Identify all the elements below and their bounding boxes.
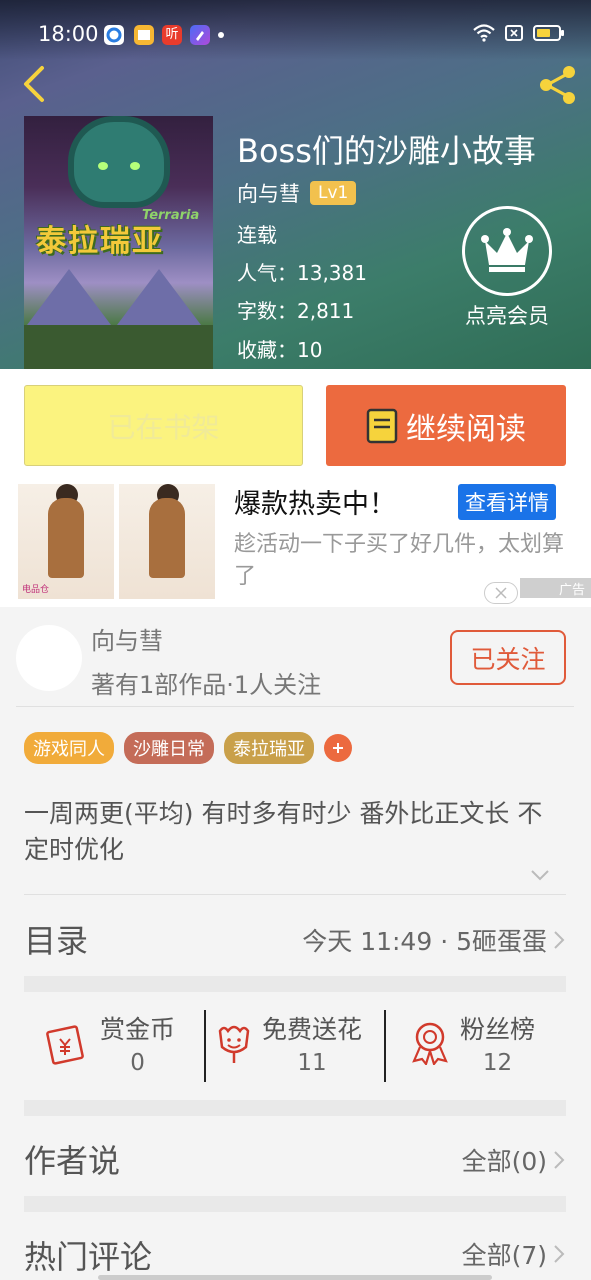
author-card[interactable]: 向与彗 著有1部作品·1人关注 已关注 (0, 607, 591, 707)
ad-image-1: 电品仓 (18, 484, 114, 599)
catalog-latest-text: 今天 11:49 · 5砸蛋蛋 (302, 927, 547, 956)
author-says-row[interactable]: 作者说 全部(0) (0, 1120, 591, 1192)
status-indicators (473, 24, 564, 42)
tag-item[interactable]: 游戏同人 (24, 732, 114, 764)
book-popularity: 人气：13,381 (237, 261, 367, 285)
catalog-title: 目录 (24, 922, 89, 960)
ad-banner[interactable]: 电品仓 爆款热卖中！ 查看详情 趁活动一下子买了好几件，太划算了 广告 (0, 482, 591, 607)
reward-envelope-icon (46, 1025, 84, 1065)
notification-dot (218, 32, 224, 38)
chevron-right-icon (554, 1151, 565, 1169)
listen-app-icon: 听 (162, 25, 182, 45)
reward-coin-button[interactable]: 赏金币 0 (46, 1010, 175, 1076)
wifi-icon (473, 24, 495, 42)
ad-image-2 (119, 484, 215, 599)
sim-icon (505, 25, 523, 41)
catalog-row[interactable]: 目录 今天 11:49 · 5砸蛋蛋 (0, 902, 591, 974)
free-flower-button[interactable]: 免费送花 11 (216, 1010, 362, 1076)
tag-item[interactable]: 泰拉瑞亚 (224, 732, 314, 764)
author-card-info: 著有1部作品·1人关注 (91, 671, 322, 699)
author-card-name: 向与彗 (91, 627, 163, 655)
stat-value: 11 (297, 1050, 327, 1076)
stat-value: 12 (482, 1050, 513, 1076)
vip-label: 点亮会员 (465, 304, 549, 328)
book-cover[interactable]: 泰拉瑞亚 Terraria (24, 116, 213, 369)
followed-button[interactable]: 已关注 (450, 630, 566, 685)
cover-subtitle: Terraria (142, 208, 200, 223)
hot-comments-all[interactable]: 全部(7) (462, 1236, 565, 1272)
share-button[interactable] (535, 62, 581, 108)
stat-label: 免费送花 (262, 1015, 363, 1044)
cover-monster-art (74, 122, 164, 202)
divider (16, 706, 574, 707)
in-shelf-button[interactable]: 已在书架 (24, 385, 303, 466)
catalog-latest: 今天 11:49 · 5砸蛋蛋 (302, 922, 565, 958)
editor-app-icon (190, 25, 210, 45)
ad-view-detail-button[interactable]: 查看详情 (458, 484, 556, 520)
author-says-count: 全部(0) (461, 1147, 547, 1176)
ad-title: 爆款热卖中！ (234, 489, 396, 520)
share-icon (540, 66, 575, 104)
continue-reading-button[interactable]: 继续阅读 (326, 385, 566, 466)
crown-icon (481, 228, 533, 272)
continue-reading-label: 继续阅读 (406, 411, 526, 447)
stat-value: 0 (130, 1050, 145, 1076)
files-app-icon (134, 25, 154, 45)
tag-item[interactable]: 沙雕日常 (124, 732, 214, 764)
battery-icon (533, 25, 564, 41)
plus-icon (333, 743, 343, 753)
level-badge: Lv1 (310, 181, 357, 205)
ad-brand-logo: 电品仓 (22, 585, 50, 595)
flower-icon (218, 1025, 250, 1063)
tag-list: 游戏同人 沙雕日常 泰拉瑞亚 (24, 732, 352, 764)
medal-icon (412, 1022, 448, 1065)
book-word-count: 字数：2,811 (237, 299, 355, 323)
back-arrow-icon (24, 66, 44, 102)
author-says-title: 作者说 (24, 1142, 121, 1180)
hot-comments-title: 热门评论 (24, 1238, 153, 1276)
status-time: 18:00 (38, 22, 99, 46)
book-description: 一周两更(平均) 有时多有时少 番外比正文长 不定时优化 (24, 799, 543, 864)
hot-comments-count: 全部(7) (461, 1241, 547, 1270)
vip-circle (462, 206, 552, 296)
ad-close-button[interactable] (484, 582, 518, 604)
book-header: 18:00 听 泰拉瑞亚 Terraria Boss们的沙雕小故事 向与彗 Lv… (0, 0, 591, 369)
author-says-all[interactable]: 全部(0) (462, 1142, 565, 1178)
chevron-right-icon (554, 931, 565, 949)
action-bar: 已在书架 继续阅读 (0, 369, 591, 482)
author-line: 向与彗 Lv1 (237, 178, 357, 208)
back-button[interactable] (14, 62, 54, 106)
status-bar: 18:00 听 (0, 0, 591, 60)
stat-label: 粉丝榜 (460, 1015, 536, 1044)
close-icon (495, 587, 507, 599)
book-status: 连载 (237, 223, 277, 247)
vip-button[interactable]: 点亮会员 (462, 206, 552, 330)
chevron-down-icon[interactable] (530, 868, 550, 882)
author-name[interactable]: 向与彗 (237, 178, 300, 208)
add-tag-button[interactable] (324, 734, 352, 762)
book-favorites: 收藏：10 (237, 338, 323, 362)
stat-label: 赏金币 (100, 1015, 176, 1044)
hot-comments-row[interactable]: 热门评论 全部(7) (0, 1214, 591, 1280)
ad-tag: 广告 (520, 578, 591, 598)
fan-ranking-button[interactable]: 粉丝榜 12 (410, 1010, 535, 1076)
chevron-right-icon (554, 1245, 565, 1263)
author-avatar[interactable] (16, 625, 82, 691)
support-stats: 赏金币 0 免费送花 11 粉丝榜 12 (0, 1000, 591, 1092)
gesture-bar (98, 1275, 492, 1280)
book-title: Boss们的沙雕小故事 (237, 132, 536, 170)
browser-app-icon (104, 25, 124, 45)
ad-description: 趁活动一下子买了好几件，太划算了 (234, 532, 565, 589)
book-icon (366, 408, 398, 443)
